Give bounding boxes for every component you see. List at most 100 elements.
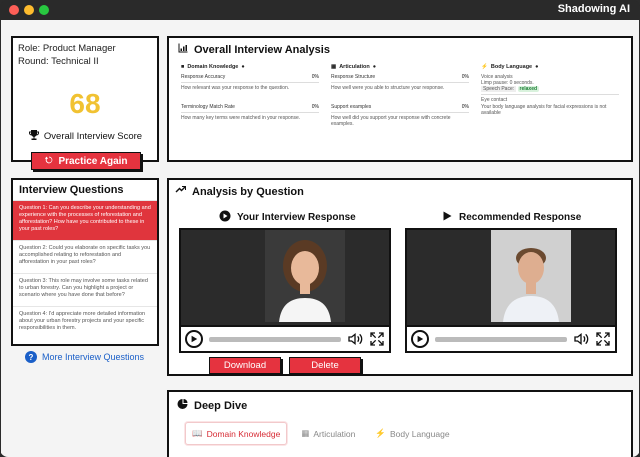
- question-item[interactable]: Question 3: This role may involve some t…: [13, 273, 157, 306]
- metric-description: How relevant was your response to the qu…: [181, 82, 319, 92]
- body-language-title: Body Language: [490, 64, 533, 70]
- practice-again-button[interactable]: Practice Again: [31, 152, 141, 170]
- question-item[interactable]: Question 1: Can you describe your unders…: [13, 200, 157, 240]
- score-value: 68: [69, 88, 101, 119]
- fullscreen-icon[interactable]: [595, 331, 611, 347]
- main-content: Role: Product Manager Round: Technical I…: [1, 20, 639, 457]
- tab-domain-knowledge[interactable]: 📖 Domain Knowledge: [185, 422, 288, 445]
- info-icon[interactable]: ●: [373, 64, 376, 70]
- progress-track[interactable]: [209, 336, 341, 342]
- more-questions-link[interactable]: ? More Interview Questions: [25, 351, 144, 363]
- your-response-heading: Your Interview Response: [219, 210, 356, 225]
- overall-analysis-card: Overall Interview Analysis ■ Domain Know…: [167, 36, 633, 162]
- terminology-match-metric: Terminology Match Rate 0%: [181, 104, 319, 110]
- deep-dive-header: Deep Dive: [177, 398, 623, 413]
- role-text: Role: Product Manager: [18, 43, 116, 54]
- play-icon: [441, 210, 453, 225]
- maximize-window-button[interactable]: [39, 5, 49, 15]
- delete-button[interactable]: Delete: [289, 357, 361, 374]
- volume-icon[interactable]: [347, 331, 363, 347]
- score-label: Overall Interview Score: [43, 131, 143, 142]
- app-window: Shadowing AI Role: Product Manager Round…: [0, 0, 640, 457]
- metric-value: 0%: [461, 74, 469, 80]
- analysis-by-question-card: Analysis by Question Your Interview Resp…: [167, 178, 633, 376]
- trophy-icon: [28, 129, 40, 144]
- more-questions-label: More Interview Questions: [42, 352, 145, 362]
- question-item[interactable]: Question 4: I'd appreciate more detailed…: [13, 306, 157, 339]
- metric-description: How well did you support your response w…: [331, 111, 469, 128]
- response-structure-metric: Response Structure 0%: [331, 74, 469, 80]
- download-button[interactable]: Download: [209, 357, 281, 374]
- speech-pace-row: Speech Pace: relaxed: [481, 86, 619, 92]
- bar-chart-icon: [177, 42, 189, 57]
- woman-portrait-image: [265, 230, 345, 322]
- score-card: Role: Product Manager Round: Technical I…: [11, 36, 159, 170]
- metric-description: How many key terms were matched in your …: [181, 111, 319, 122]
- info-icon[interactable]: ●: [241, 64, 244, 70]
- list-icon: ▦: [331, 64, 337, 70]
- metric-label: Response Structure: [331, 74, 376, 80]
- list-icon: ▦: [301, 428, 310, 438]
- articulation-title: Articulation: [339, 64, 370, 70]
- metric-label: Terminology Match Rate: [181, 103, 235, 110]
- book-icon: 📖: [192, 428, 203, 438]
- speech-pace-label: Speech Pace:: [481, 86, 517, 92]
- recommended-response-video[interactable]: [405, 228, 617, 353]
- close-window-button[interactable]: [9, 5, 19, 15]
- speech-pace-badge: relaxed: [517, 86, 540, 92]
- question-mark-icon: ?: [25, 351, 37, 363]
- tab-label: Body Language: [390, 428, 450, 439]
- support-examples-metric: Support examples 0%: [331, 104, 469, 110]
- overall-analysis-title: Overall Interview Analysis: [194, 43, 330, 56]
- body-language-column: ⚡ Body Language ● Voice analysis Limp pa…: [481, 64, 619, 128]
- articulation-column: ▦ Articulation ● Response Structure 0% H…: [331, 64, 469, 128]
- tab-label: Articulation: [313, 428, 356, 439]
- man-portrait-image: [491, 230, 571, 322]
- minimize-window-button[interactable]: [24, 5, 34, 15]
- play-button[interactable]: [185, 330, 203, 348]
- metric-value: 0%: [461, 103, 469, 110]
- analysis-header: Analysis by Question: [175, 184, 625, 199]
- eye-contact-label: Eye contact: [481, 94, 619, 104]
- recommended-response-title: Recommended Response: [459, 212, 582, 223]
- metric-label: Support examples: [331, 103, 372, 110]
- metric-label: Response Accuracy: [181, 74, 226, 80]
- video-controls: [407, 325, 615, 351]
- deep-dive-card: Deep Dive 📖 Domain Knowledge ▦ Articulat…: [167, 390, 633, 457]
- practice-again-label: Practice Again: [58, 155, 128, 167]
- volume-icon[interactable]: [573, 331, 589, 347]
- metric-value: 0%: [311, 74, 319, 80]
- play-button[interactable]: [411, 330, 429, 348]
- analysis-title: Analysis by Question: [192, 185, 304, 198]
- domain-knowledge-column: ■ Domain Knowledge ● Response Accuracy 0…: [181, 64, 319, 128]
- your-response-title: Your Interview Response: [237, 212, 356, 223]
- play-circle-icon: [219, 210, 231, 225]
- overall-analysis-header: Overall Interview Analysis: [177, 42, 623, 57]
- response-accuracy-metric: Response Accuracy 0%: [181, 74, 319, 80]
- your-response-video[interactable]: [179, 228, 391, 353]
- tab-articulation[interactable]: ▦ Articulation: [295, 422, 361, 445]
- interview-questions-card: Interview Questions Question 1: Can you …: [11, 178, 159, 346]
- info-icon[interactable]: ●: [535, 64, 538, 70]
- articulation-heading: ▦ Articulation ●: [331, 64, 469, 70]
- retry-icon: [44, 155, 54, 168]
- title-bar: Shadowing AI: [0, 0, 640, 20]
- lightning-icon: ⚡: [481, 64, 488, 70]
- pie-chart-icon: [177, 398, 189, 413]
- deep-dive-title: Deep Dive: [194, 399, 248, 412]
- question-item[interactable]: Question 2: Could you elaborate on speci…: [13, 240, 157, 273]
- tab-body-language[interactable]: ⚡ Body Language: [369, 422, 455, 445]
- progress-track[interactable]: [435, 336, 567, 342]
- metrics-columns: ■ Domain Knowledge ● Response Accuracy 0…: [181, 64, 619, 128]
- tab-label: Domain Knowledge: [206, 428, 281, 439]
- round-text: Round: Technical II: [18, 56, 99, 67]
- domain-knowledge-title: Domain Knowledge: [187, 64, 239, 70]
- lightning-icon: ⚡: [375, 428, 386, 438]
- body-language-heading: ⚡ Body Language ●: [481, 64, 619, 70]
- score-label-row: Overall Interview Score: [13, 129, 157, 144]
- app-title: Shadowing AI: [557, 3, 630, 15]
- fullscreen-icon[interactable]: [369, 331, 385, 347]
- metric-description: How well were you able to structure your…: [331, 82, 469, 92]
- recommended-response-heading: Recommended Response: [441, 210, 581, 225]
- trend-icon: [175, 184, 187, 199]
